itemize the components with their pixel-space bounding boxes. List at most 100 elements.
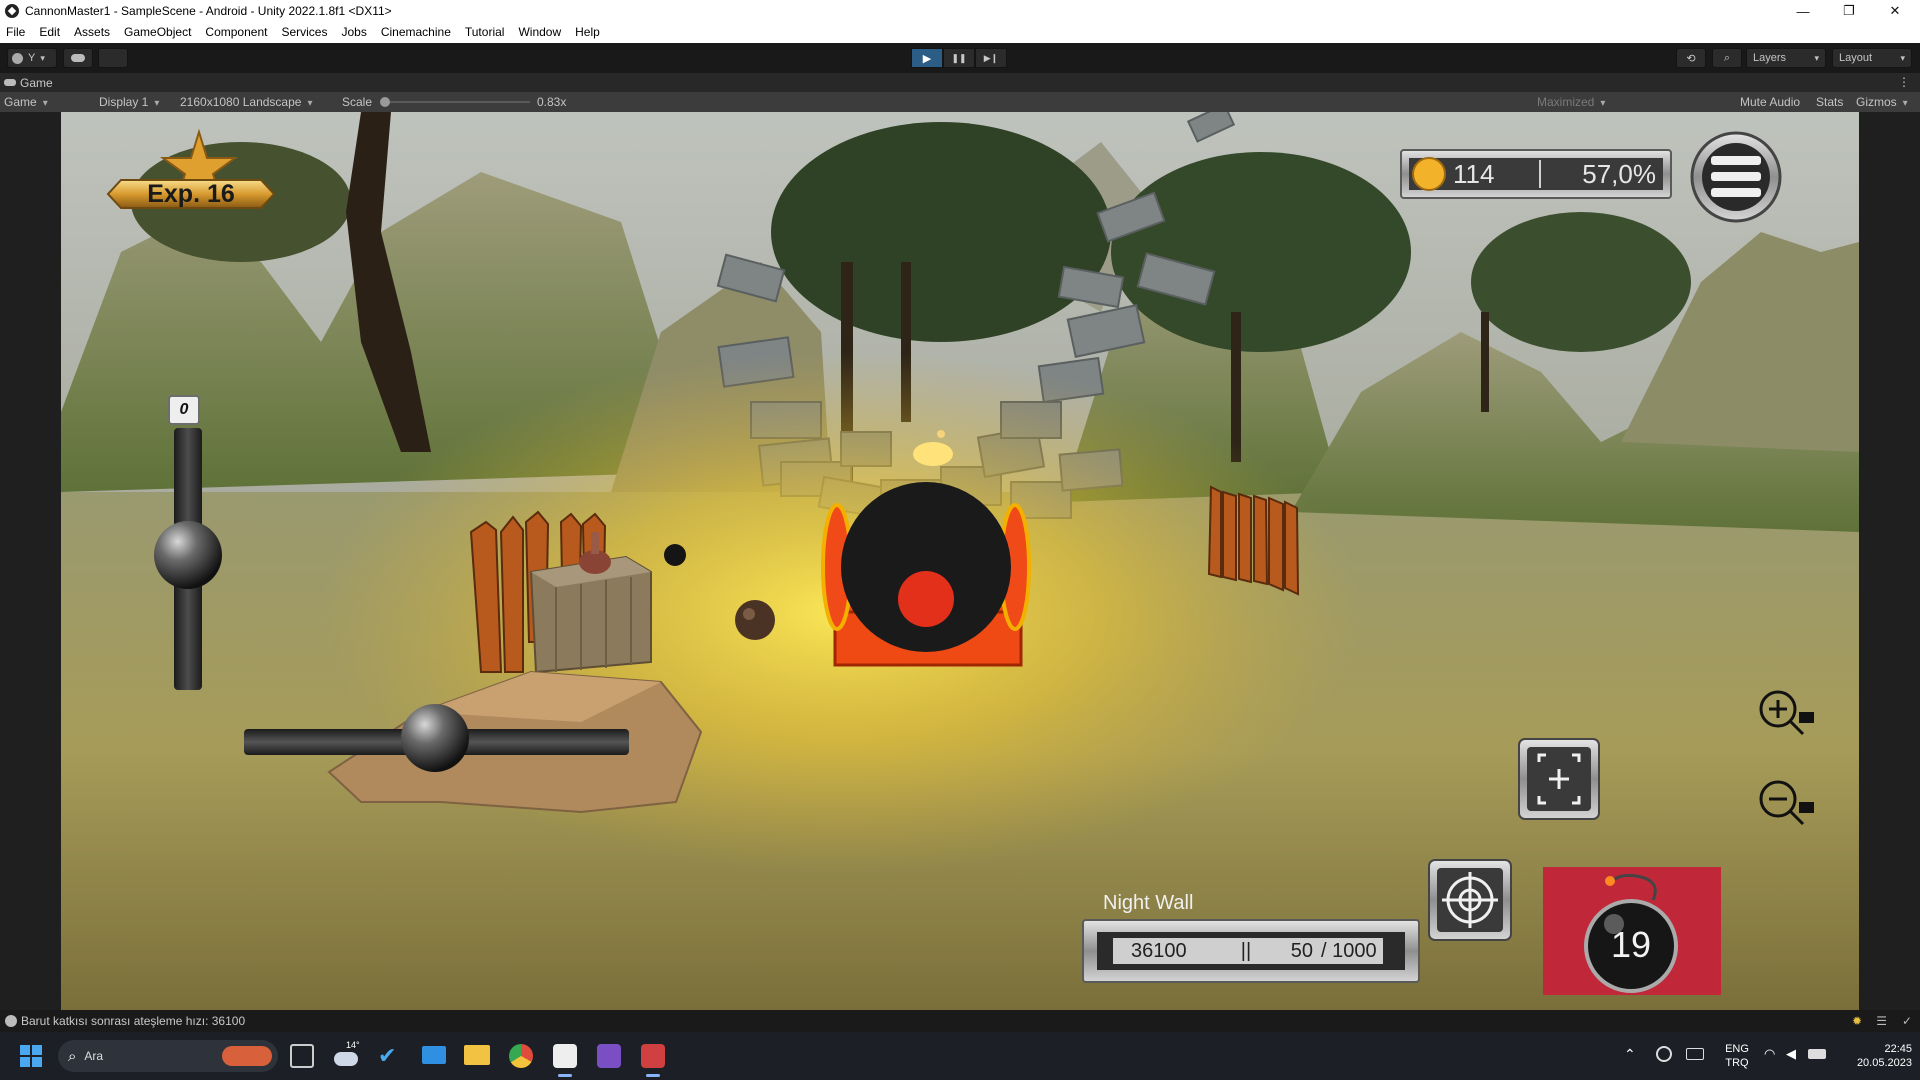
menu-tutorial[interactable]: Tutorial bbox=[458, 22, 512, 43]
menu-gameobject[interactable]: GameObject bbox=[117, 22, 198, 43]
aim-crosshair-button[interactable] bbox=[1429, 860, 1511, 940]
angle-slider[interactable] bbox=[244, 704, 629, 774]
search-icon: ⌕ bbox=[1723, 51, 1731, 64]
close-button[interactable]: ✕ bbox=[1872, 0, 1918, 22]
focus-target-button[interactable] bbox=[1519, 739, 1599, 819]
language-indicator[interactable]: ENG TRQ bbox=[1720, 1042, 1754, 1070]
tab-game-label: Game bbox=[20, 75, 53, 90]
tab-game[interactable]: Game bbox=[4, 73, 53, 92]
check-icon[interactable]: ✓ bbox=[1902, 1014, 1912, 1028]
step-button[interactable]: ▶❙ bbox=[975, 48, 1007, 68]
gamepad-icon bbox=[4, 79, 16, 86]
zoom-out-button[interactable] bbox=[1756, 777, 1818, 829]
task-view-button[interactable] bbox=[290, 1044, 314, 1068]
cloud-button[interactable] bbox=[63, 48, 93, 68]
resolution-select[interactable]: 2160x1080 Landscape bbox=[180, 92, 312, 112]
clock[interactable]: 22:45 20.05.2023 bbox=[1836, 1042, 1912, 1070]
menu-cinemachine[interactable]: Cinemachine bbox=[374, 22, 458, 43]
language-bottom: TRQ bbox=[1725, 1057, 1749, 1069]
history-icon: ⟲ bbox=[1686, 52, 1696, 65]
stack-icon[interactable]: ☰ bbox=[1876, 1014, 1887, 1028]
maximized-select[interactable]: Maximized bbox=[1537, 92, 1605, 112]
game-view-options: Game Display 1 2160x1080 Landscape Scale… bbox=[0, 92, 1920, 112]
minimize-button[interactable]: — bbox=[1780, 0, 1826, 22]
history-button[interactable]: ⟲ bbox=[1676, 48, 1706, 68]
bomb-button[interactable]: 19 bbox=[1543, 867, 1721, 995]
window-titlebar: CannonMaster1 - SampleScene - Android - … bbox=[0, 0, 1920, 22]
gizmos-dropdown[interactable]: Gizmos bbox=[1856, 92, 1908, 112]
zoom-in-button[interactable] bbox=[1756, 687, 1818, 739]
play-button[interactable]: ▶ bbox=[911, 48, 943, 68]
unity-logo-icon bbox=[5, 4, 19, 18]
shots-current: 50 bbox=[1290, 940, 1313, 962]
menu-services[interactable]: Services bbox=[274, 22, 334, 43]
weather-widget[interactable]: 14° bbox=[334, 1040, 364, 1070]
view-select[interactable]: Game bbox=[4, 92, 86, 112]
active-indicator bbox=[558, 1074, 572, 1077]
coin-count: 114 bbox=[1453, 159, 1495, 189]
taskbar-app-chrome[interactable] bbox=[509, 1044, 533, 1068]
more-options-icon[interactable]: ⋮ bbox=[1898, 73, 1910, 92]
scale-label: Scale bbox=[342, 95, 373, 109]
keyboard-icon[interactable] bbox=[1686, 1048, 1704, 1060]
tray-app-icon[interactable] bbox=[1656, 1046, 1672, 1062]
status-message: Barut katkısı sonrası ateşleme hızı: 361… bbox=[21, 1014, 246, 1028]
weather-cloud-icon bbox=[334, 1052, 358, 1066]
taskbar-app-game[interactable] bbox=[641, 1044, 665, 1068]
language-top: ENG bbox=[1725, 1043, 1749, 1055]
mute-audio-toggle[interactable]: Mute Audio bbox=[1740, 92, 1800, 112]
menu-button[interactable] bbox=[1692, 133, 1780, 221]
info-icon bbox=[5, 1015, 17, 1027]
menu-edit[interactable]: Edit bbox=[32, 22, 67, 43]
taskbar-app-unity[interactable] bbox=[553, 1044, 577, 1068]
pause-icon: ❚❚ bbox=[951, 52, 967, 63]
menu-assets[interactable]: Assets bbox=[67, 22, 117, 43]
taskbar-app-todo[interactable]: ✔ bbox=[378, 1044, 402, 1068]
scale-value: 0.83x bbox=[537, 95, 567, 109]
taskbar-app-explorer[interactable] bbox=[464, 1045, 490, 1065]
score-separator: || bbox=[1240, 940, 1252, 962]
account-icon bbox=[12, 52, 23, 64]
maximize-button[interactable]: ❐ bbox=[1826, 0, 1872, 22]
search-button[interactable]: ⌕ bbox=[1712, 48, 1742, 68]
console-status-bar[interactable]: Barut katkısı sonrası ateşleme hızı: 361… bbox=[0, 1010, 1920, 1032]
start-button[interactable] bbox=[20, 1045, 42, 1067]
battery-icon[interactable] bbox=[1808, 1049, 1826, 1059]
power-slider[interactable] bbox=[154, 428, 222, 690]
step-icon: ▶❙ bbox=[983, 52, 999, 63]
windows-taskbar: ⌕ Ara 14° ✔ ⌃ ENG TRQ ◠ ◀ 22:45 20.05.20… bbox=[0, 1032, 1920, 1080]
active-indicator bbox=[646, 1074, 660, 1077]
scale-slider[interactable] bbox=[380, 92, 530, 112]
game-scene[interactable]: Exp. 16 114 57,0% 0 Night Wall 36100 || … bbox=[61, 112, 1859, 1010]
stats-toggle[interactable]: Stats bbox=[1816, 92, 1843, 112]
lighting-icon[interactable]: ✹ bbox=[1852, 1014, 1862, 1028]
account-dropdown[interactable]: Y ▾ bbox=[7, 48, 57, 68]
layers-dropdown[interactable]: Layers ▾ bbox=[1746, 48, 1826, 68]
power-slider-value: 0 bbox=[179, 401, 189, 418]
menu-component[interactable]: Component bbox=[198, 22, 274, 43]
wifi-icon[interactable]: ◠ bbox=[1764, 1046, 1775, 1062]
menu-jobs[interactable]: Jobs bbox=[334, 22, 373, 43]
menu-file[interactable]: File bbox=[0, 22, 32, 43]
layout-dropdown[interactable]: Layout ▾ bbox=[1832, 48, 1912, 68]
search-label: Ara bbox=[84, 1049, 104, 1063]
scale-slider-thumb[interactable] bbox=[380, 97, 390, 107]
bomb-count: 19 bbox=[1610, 924, 1652, 965]
menu-help[interactable]: Help bbox=[568, 22, 607, 43]
pause-button[interactable]: ❚❚ bbox=[943, 48, 975, 68]
main-toolbar: Y ▾ ▶ ❚❚ ▶❙ ⟲ ⌕ Layers ▾ Layout ▾ bbox=[0, 43, 1920, 73]
display-select[interactable]: Display 1 bbox=[99, 92, 159, 112]
volume-icon[interactable]: ◀ bbox=[1786, 1046, 1796, 1062]
taskbar-search[interactable]: ⌕ Ara bbox=[58, 1040, 278, 1072]
exp-label: Exp. 16 bbox=[147, 180, 235, 208]
menu-bar: File Edit Assets GameObject Component Se… bbox=[0, 22, 1920, 43]
tray-chevron-up-icon[interactable]: ⌃ bbox=[1624, 1046, 1636, 1063]
chevron-down-icon: ▾ bbox=[1900, 52, 1905, 63]
taskbar-app-mail[interactable] bbox=[422, 1046, 446, 1064]
clock-date: 20.05.2023 bbox=[1856, 1057, 1912, 1069]
collab-button[interactable] bbox=[98, 48, 128, 68]
menu-window[interactable]: Window bbox=[511, 22, 568, 43]
taskbar-app-visual-studio[interactable] bbox=[597, 1044, 621, 1068]
layout-label: Layout bbox=[1839, 52, 1873, 64]
chevron-down-icon: ▾ bbox=[40, 52, 45, 63]
